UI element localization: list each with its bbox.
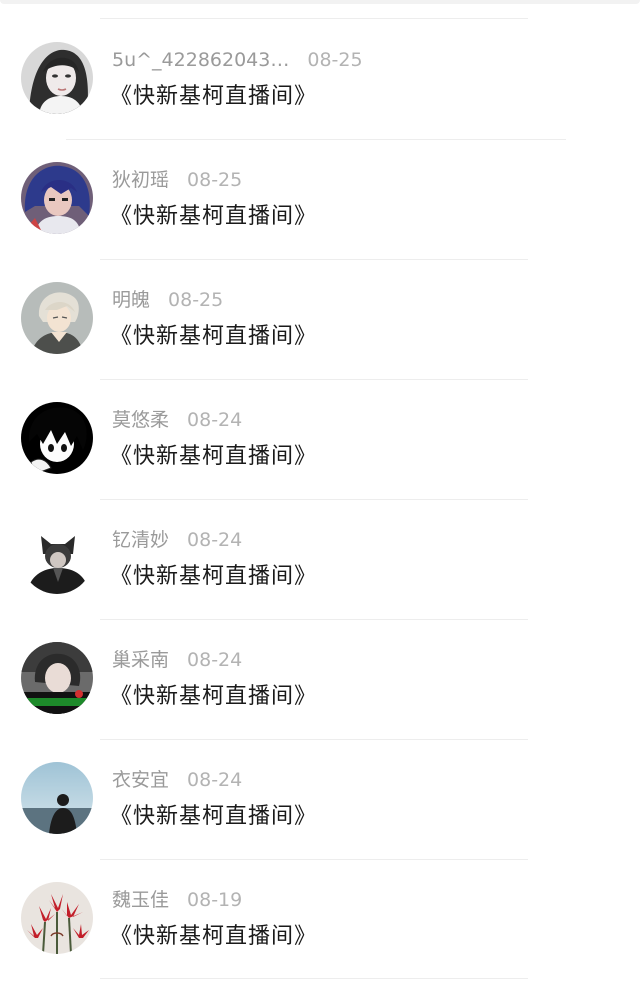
- comment-text[interactable]: 《快新基柯直播间》: [110, 682, 317, 712]
- comment-meta: 莫悠柔 08-24: [112, 408, 242, 432]
- comment-text[interactable]: 《快新基柯直播间》: [110, 922, 317, 952]
- avatar-red-flowers-icon[interactable]: [21, 882, 93, 954]
- comment-meta: 巢采南 08-24: [112, 648, 242, 672]
- top-edge: [0, 0, 640, 4]
- avatar-blue-hair-icon[interactable]: [21, 162, 93, 234]
- comment-time: 08-24: [187, 529, 243, 551]
- avatar-girl-grayscale-icon[interactable]: [21, 42, 93, 114]
- username[interactable]: 巢采南: [112, 649, 169, 671]
- avatar-anime-silver-hair-icon[interactable]: [21, 282, 93, 354]
- username[interactable]: 衣安宜: [112, 769, 169, 791]
- top-divider: [100, 18, 528, 19]
- comment-meta: 明魄 08-25: [112, 288, 223, 312]
- username[interactable]: 明魄: [112, 289, 150, 311]
- comment-text[interactable]: 《快新基柯直播间》: [110, 802, 317, 832]
- username[interactable]: 钇清妙: [112, 529, 169, 551]
- comment-time: 08-25: [307, 49, 363, 71]
- comment-meta: 魏玉佳 08-19: [112, 888, 242, 912]
- comment-item[interactable]: 狄初瑶 08-25 《快新基柯直播间》: [0, 140, 640, 260]
- row-divider: [100, 978, 528, 979]
- comment-text[interactable]: 《快新基柯直播间》: [110, 442, 317, 472]
- comment-meta: 衣安宜 08-24: [112, 768, 242, 792]
- comment-text[interactable]: 《快新基柯直播间》: [110, 322, 317, 352]
- comment-item[interactable]: 明魄 08-25 《快新基柯直播间》: [0, 260, 640, 380]
- username[interactable]: 5u^_422862043…: [112, 49, 289, 71]
- comment-item[interactable]: 5u^_422862043… 08-25 《快新基柯直播间》: [0, 20, 640, 140]
- comment-text[interactable]: 《快新基柯直播间》: [110, 202, 317, 232]
- comment-time: 08-24: [187, 409, 243, 431]
- comment-item[interactable]: 钇清妙 08-24 《快新基柯直播间》: [0, 500, 640, 620]
- comment-time: 08-25: [168, 289, 224, 311]
- comment-meta: 5u^_422862043… 08-25: [112, 48, 363, 72]
- comment-meta: 钇清妙 08-24: [112, 528, 242, 552]
- comment-item[interactable]: 魏玉佳 08-19 《快新基柯直播间》: [0, 860, 640, 980]
- avatar-anime-black-hair-icon[interactable]: [21, 402, 93, 474]
- username[interactable]: 狄初瑶: [112, 169, 169, 191]
- comment-text[interactable]: 《快新基柯直播间》: [110, 82, 317, 112]
- username[interactable]: 莫悠柔: [112, 409, 169, 431]
- avatar-cat-ears-icon[interactable]: [21, 522, 93, 594]
- comment-time: 08-25: [187, 169, 243, 191]
- comment-text[interactable]: 《快新基柯直播间》: [110, 562, 317, 592]
- comment-time: 08-24: [187, 649, 243, 671]
- avatar-silhouette-sea-icon[interactable]: [21, 762, 93, 834]
- comment-item[interactable]: 莫悠柔 08-24 《快新基柯直播间》: [0, 380, 640, 500]
- avatar-portrait-green-banner-icon[interactable]: [21, 642, 93, 714]
- comment-time: 08-19: [187, 889, 243, 911]
- comment-time: 08-24: [187, 769, 243, 791]
- comment-item[interactable]: 巢采南 08-24 《快新基柯直播间》: [0, 620, 640, 740]
- comment-item[interactable]: 衣安宜 08-24 《快新基柯直播间》: [0, 740, 640, 860]
- username[interactable]: 魏玉佳: [112, 889, 169, 911]
- comment-meta: 狄初瑶 08-25: [112, 168, 242, 192]
